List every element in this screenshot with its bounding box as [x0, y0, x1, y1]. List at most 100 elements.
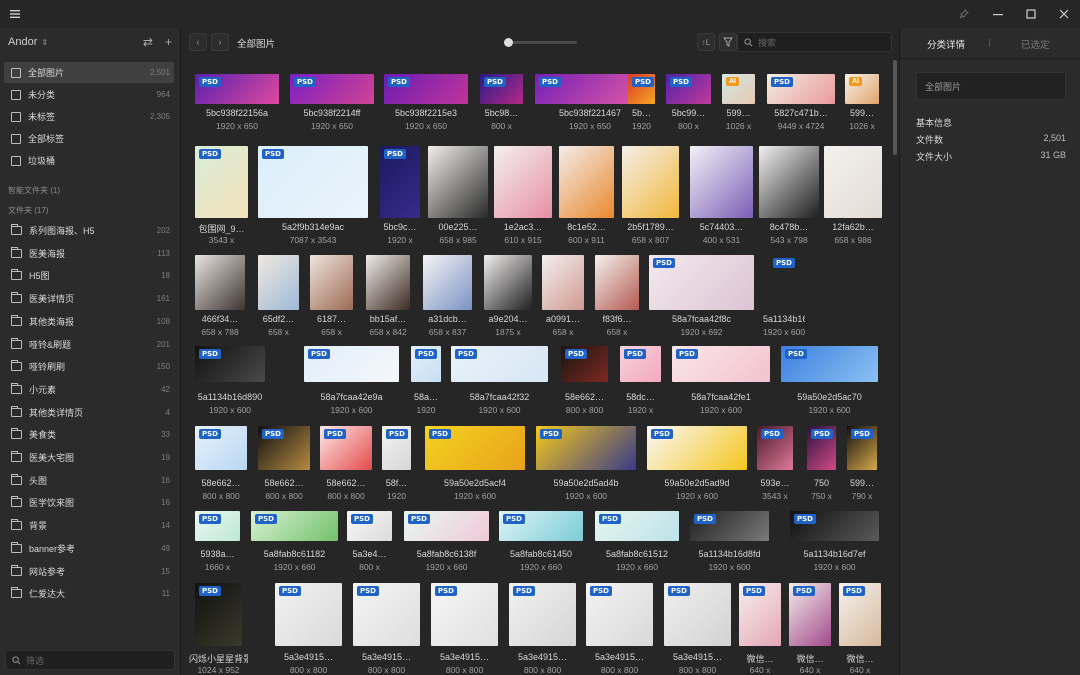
- folder-item[interactable]: 医美详情页 161: [4, 288, 174, 309]
- image-thumbnail[interactable]: PSD: [767, 74, 835, 104]
- folder-item[interactable]: 医美大宅图 19: [4, 447, 174, 468]
- image-thumbnail[interactable]: PSD: [451, 346, 548, 382]
- image-thumbnail[interactable]: PSD: [290, 74, 374, 104]
- image-thumbnail[interactable]: PSD: [647, 426, 747, 470]
- folder-item[interactable]: 其他类海报 108: [4, 311, 174, 332]
- image-thumbnail[interactable]: [366, 255, 410, 310]
- folder-item[interactable]: 医美海报 113: [4, 243, 174, 264]
- folder-item[interactable]: 头图 16: [4, 470, 174, 491]
- image-thumbnail[interactable]: PSD: [769, 255, 799, 310]
- image-thumbnail[interactable]: [423, 255, 472, 310]
- image-thumbnail[interactable]: [310, 255, 353, 310]
- image-thumbnail[interactable]: PSD: [195, 511, 240, 541]
- image-thumbnail[interactable]: PSD: [499, 511, 583, 541]
- tab-category-details[interactable]: 分类详情: [927, 37, 965, 51]
- maximize-icon[interactable]: [1013, 0, 1049, 28]
- folder-item[interactable]: banner参考 49: [4, 538, 174, 559]
- image-thumbnail[interactable]: PSD: [690, 511, 769, 541]
- image-thumbnail[interactable]: PSD: [666, 74, 711, 104]
- library-switcher[interactable]: Andor ⇕ ⇄ +: [8, 35, 172, 49]
- image-thumbnail[interactable]: PSD: [628, 74, 655, 104]
- hamburger-menu-icon[interactable]: [0, 0, 30, 28]
- grid-scrollbar[interactable]: [893, 60, 897, 155]
- image-thumbnail[interactable]: PSD: [649, 255, 754, 310]
- image-thumbnail[interactable]: PSD: [411, 346, 441, 382]
- folder-item[interactable]: 美食类 33: [4, 424, 174, 445]
- image-thumbnail[interactable]: AI: [722, 74, 755, 104]
- image-thumbnail[interactable]: [494, 146, 552, 218]
- image-thumbnail[interactable]: PSD: [480, 74, 523, 104]
- image-thumbnail[interactable]: PSD: [431, 583, 498, 646]
- image-thumbnail[interactable]: PSD: [509, 583, 576, 646]
- image-thumbnail[interactable]: PSD: [586, 583, 653, 646]
- folder-item[interactable]: 小元素 42: [4, 379, 174, 400]
- image-thumbnail[interactable]: PSD: [620, 346, 661, 382]
- image-thumbnail[interactable]: [595, 255, 639, 310]
- sidebar-nav-item[interactable]: 未标签 2,305: [4, 106, 174, 127]
- image-thumbnail[interactable]: PSD: [353, 583, 420, 646]
- sort-button[interactable]: ↑L: [697, 33, 715, 51]
- filter-button[interactable]: [719, 33, 737, 51]
- image-thumbnail[interactable]: PSD: [847, 426, 877, 470]
- image-thumbnail[interactable]: PSD: [757, 426, 793, 470]
- image-thumbnail[interactable]: PSD: [195, 74, 279, 104]
- folder-heading[interactable]: 文件夹 (17): [8, 205, 48, 216]
- image-thumbnail[interactable]: [759, 146, 819, 218]
- image-thumbnail[interactable]: PSD: [664, 583, 731, 646]
- sidebar-filter-input[interactable]: 筛选: [5, 650, 175, 670]
- image-thumbnail[interactable]: PSD: [304, 346, 399, 382]
- image-thumbnail[interactable]: [690, 146, 753, 218]
- slider-thumb[interactable]: [504, 38, 514, 47]
- minimize-icon[interactable]: [980, 0, 1016, 28]
- image-thumbnail[interactable]: PSD: [789, 583, 831, 646]
- image-thumbnail[interactable]: PSD: [384, 74, 468, 104]
- tab-selected[interactable]: 已选定: [1021, 37, 1050, 51]
- folder-item[interactable]: 网站参考 15: [4, 561, 174, 582]
- sidebar-nav-item[interactable]: 未分类 964: [4, 84, 174, 105]
- image-thumbnail[interactable]: PSD: [839, 583, 881, 646]
- swap-icon[interactable]: ⇄: [143, 35, 153, 49]
- folder-item[interactable]: 背景 14: [4, 515, 174, 536]
- image-thumbnail[interactable]: [258, 255, 299, 310]
- sidebar-nav-item[interactable]: 垃圾桶: [4, 150, 174, 171]
- image-thumbnail[interactable]: PSD: [195, 583, 242, 646]
- close-icon[interactable]: [1046, 0, 1080, 28]
- image-thumbnail[interactable]: PSD: [195, 426, 247, 470]
- image-thumbnail[interactable]: PSD: [251, 511, 338, 541]
- image-thumbnail[interactable]: PSD: [382, 426, 411, 470]
- image-thumbnail[interactable]: PSD: [781, 346, 878, 382]
- image-thumbnail[interactable]: [428, 146, 488, 218]
- image-thumbnail[interactable]: PSD: [347, 511, 392, 541]
- folder-item[interactable]: 仁爱达大 11: [4, 583, 174, 604]
- back-button[interactable]: ‹: [189, 33, 207, 51]
- folder-item[interactable]: 哑铃刷刷 150: [4, 356, 174, 377]
- image-thumbnail[interactable]: PSD: [595, 511, 679, 541]
- forward-button[interactable]: ›: [211, 33, 229, 51]
- image-thumbnail[interactable]: PSD: [672, 346, 770, 382]
- folder-item[interactable]: 医学饮来图 16: [4, 492, 174, 513]
- image-thumbnail[interactable]: PSD: [561, 346, 608, 382]
- image-thumbnail[interactable]: PSD: [536, 426, 636, 470]
- image-thumbnail[interactable]: PSD: [790, 511, 879, 541]
- image-thumbnail[interactable]: [484, 255, 532, 310]
- image-thumbnail[interactable]: AI: [845, 74, 879, 104]
- thumbnail-size-slider[interactable]: [504, 38, 577, 47]
- sidebar-nav-item[interactable]: 全部标签: [4, 128, 174, 149]
- pin-icon[interactable]: [946, 0, 982, 28]
- image-thumbnail[interactable]: PSD: [425, 426, 525, 470]
- smart-folder-heading[interactable]: 智能文件夹 (1): [8, 185, 60, 196]
- image-thumbnail[interactable]: PSD: [404, 511, 489, 541]
- folder-item[interactable]: 哑铃&刷题 201: [4, 334, 174, 355]
- image-thumbnail[interactable]: PSD: [320, 426, 372, 470]
- image-thumbnail[interactable]: [559, 146, 614, 218]
- image-thumbnail[interactable]: PSD: [258, 426, 310, 470]
- image-thumbnail[interactable]: PSD: [380, 146, 420, 218]
- sidebar-nav-item[interactable]: 全部图片 2,501: [4, 62, 174, 83]
- search-input[interactable]: 搜索: [737, 32, 892, 52]
- folder-item[interactable]: H5图 18: [4, 265, 174, 286]
- image-thumbnail[interactable]: PSD: [258, 146, 368, 218]
- image-thumbnail[interactable]: [195, 255, 245, 310]
- image-thumbnail[interactable]: PSD: [275, 583, 342, 646]
- folder-item[interactable]: 其他类详情页 4: [4, 402, 174, 423]
- image-thumbnail[interactable]: PSD: [739, 583, 781, 646]
